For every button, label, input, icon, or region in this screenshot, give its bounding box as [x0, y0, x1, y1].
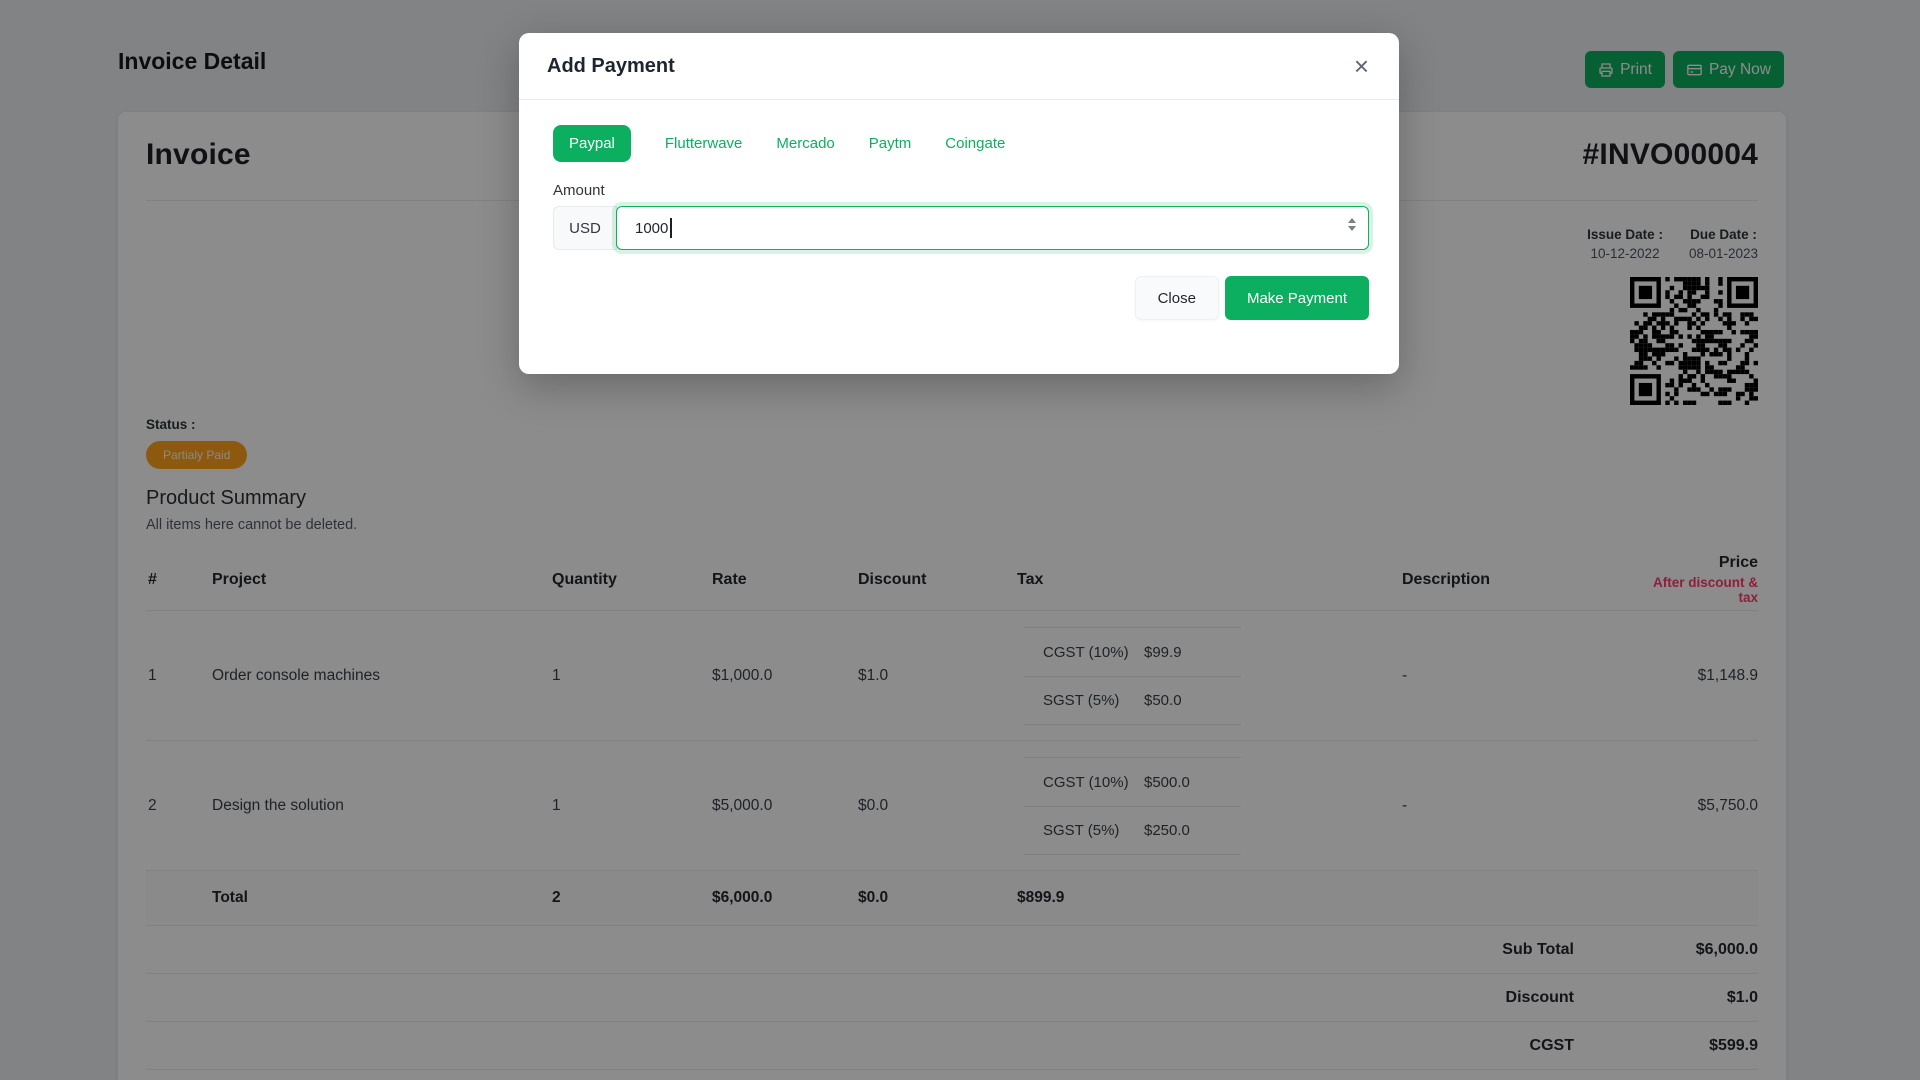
tab-coingate[interactable]: Coingate	[945, 135, 1005, 152]
amount-label: Amount	[553, 182, 1369, 199]
text-cursor	[670, 218, 672, 238]
amount-stepper[interactable]	[1348, 218, 1356, 231]
add-payment-modal: Add Payment × Paypal Flutterwave Mercado…	[519, 33, 1399, 374]
tab-flutterwave[interactable]: Flutterwave	[665, 135, 743, 152]
tab-paypal[interactable]: Paypal	[553, 125, 631, 162]
close-button[interactable]: Close	[1135, 276, 1219, 320]
stepper-up-icon[interactable]	[1348, 218, 1356, 223]
stepper-down-icon[interactable]	[1348, 226, 1356, 231]
modal-close-button[interactable]: ×	[1352, 53, 1371, 79]
close-icon: ×	[1354, 51, 1369, 81]
tab-paytm[interactable]: Paytm	[869, 135, 912, 152]
currency-prefix: USD	[553, 206, 617, 250]
amount-input-group: USD	[553, 206, 1369, 250]
amount-input[interactable]	[616, 206, 1369, 250]
payment-method-tabs: Paypal Flutterwave Mercado Paytm Coingat…	[553, 125, 1369, 162]
modal-title: Add Payment	[547, 55, 675, 78]
tab-mercado[interactable]: Mercado	[776, 135, 834, 152]
make-payment-button[interactable]: Make Payment	[1225, 276, 1369, 320]
